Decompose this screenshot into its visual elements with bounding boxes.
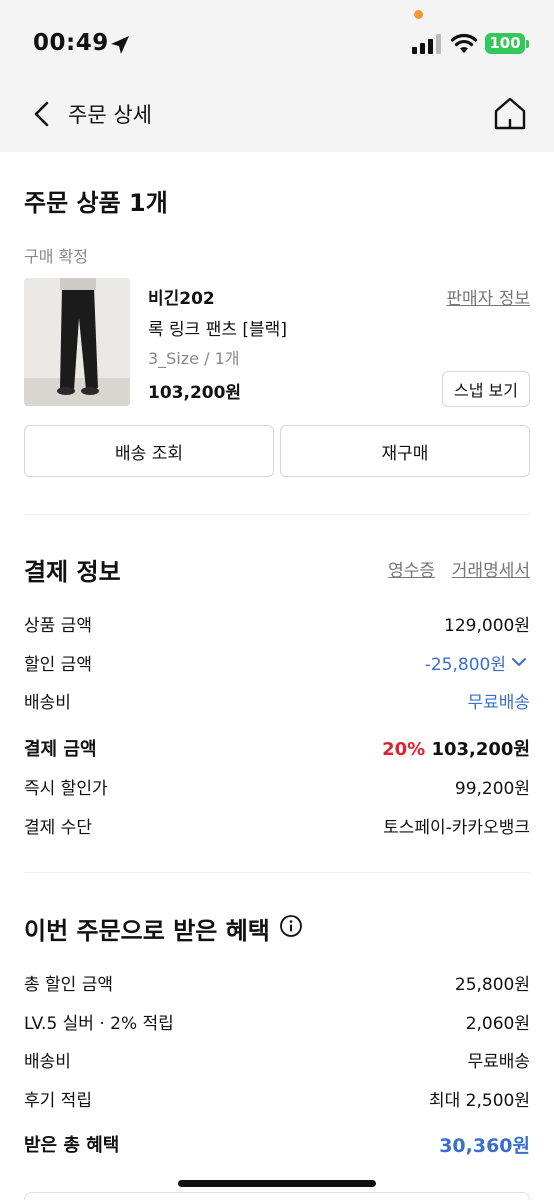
cellular-signal-icon <box>412 34 441 54</box>
instant-discount-label: 즉시 할인가 <box>24 779 108 799</box>
battery-indicator: 100 <box>485 33 525 54</box>
chevron-down-icon[interactable] <box>510 653 528 671</box>
section-divider <box>24 514 530 515</box>
benefits-heading: 이번 주문으로 받은 혜택 <box>24 917 270 945</box>
payment-heading: 결제 정보 <box>24 558 121 586</box>
status-bar: 00:49 100 <box>0 0 554 80</box>
review-points-value: 최대 2,500원 <box>429 1091 530 1111</box>
review-points-label: 후기 적립 <box>24 1091 92 1111</box>
instant-discount-value: 99,200원 <box>454 779 530 799</box>
discount-rate: 20% <box>382 739 426 760</box>
wifi-icon <box>450 33 478 53</box>
home-indicator <box>178 1180 376 1187</box>
product-name[interactable]: 록 링크 팬츠 [블랙] <box>148 315 287 340</box>
status-time: 00:49 <box>33 30 109 56</box>
transaction-statement-link[interactable]: 거래명세서 <box>452 556 530 581</box>
payment-total-value: 103,200원 <box>431 739 530 760</box>
product-amount-value: 129,000원 <box>444 616 530 636</box>
shipping-fee-label: 배송비 <box>24 693 71 713</box>
shipping-fee-value: 무료배송 <box>467 693 530 713</box>
snap-view-button[interactable]: 스냅 보기 <box>442 371 530 407</box>
location-arrow-icon <box>111 36 129 54</box>
reorder-button[interactable]: 재구매 <box>280 425 530 477</box>
discount-amount-label: 할인 금액 <box>24 655 92 675</box>
total-discount-label: 총 할인 금액 <box>24 975 114 995</box>
payment-total: 20% 103,200원 <box>382 735 530 761</box>
discount-amount-value[interactable]: -25,800원 <box>425 650 506 675</box>
benefit-shipping-value: 무료배송 <box>467 1052 530 1072</box>
camera-indicator-icon <box>414 10 423 19</box>
info-icon[interactable] <box>279 914 303 938</box>
product-brand[interactable]: 비긴202 <box>148 284 215 309</box>
product-option: 3_Size / 1개 <box>148 349 240 368</box>
order-products-heading: 주문 상품 1개 <box>24 189 168 217</box>
payment-method-label: 결제 수단 <box>24 818 92 838</box>
page-title: 주문 상세 <box>68 103 152 127</box>
total-benefit-value: 30,360원 <box>439 1135 530 1157</box>
total-benefit-label: 받은 총 혜택 <box>24 1135 120 1156</box>
receipt-link[interactable]: 영수증 <box>388 556 435 581</box>
next-section-card <box>24 1192 530 1200</box>
home-icon[interactable] <box>490 94 530 132</box>
seller-info-link[interactable]: 판매자 정보 <box>446 284 530 309</box>
payment-method-value: 토스페이-카카오뱅크 <box>383 818 530 838</box>
product-price: 103,200원 <box>148 383 242 403</box>
delivery-tracking-button[interactable]: 배송 조회 <box>24 425 274 477</box>
total-discount-value: 25,800원 <box>454 975 530 995</box>
points-label: LV.5 실버 · 2% 적립 <box>24 1014 174 1034</box>
nav-bar: 주문 상세 <box>0 80 554 152</box>
benefit-shipping-label: 배송비 <box>24 1052 71 1072</box>
battery-cap <box>526 40 529 48</box>
product-thumbnail[interactable] <box>24 278 130 406</box>
payment-total-label: 결제 금액 <box>24 739 97 760</box>
section-divider <box>24 872 530 873</box>
order-status: 구매 확정 <box>24 247 88 266</box>
product-amount-label: 상품 금액 <box>24 616 92 636</box>
product-photo-illustration <box>24 278 130 406</box>
points-value: 2,060원 <box>465 1014 530 1034</box>
back-chevron-icon[interactable] <box>28 98 56 130</box>
